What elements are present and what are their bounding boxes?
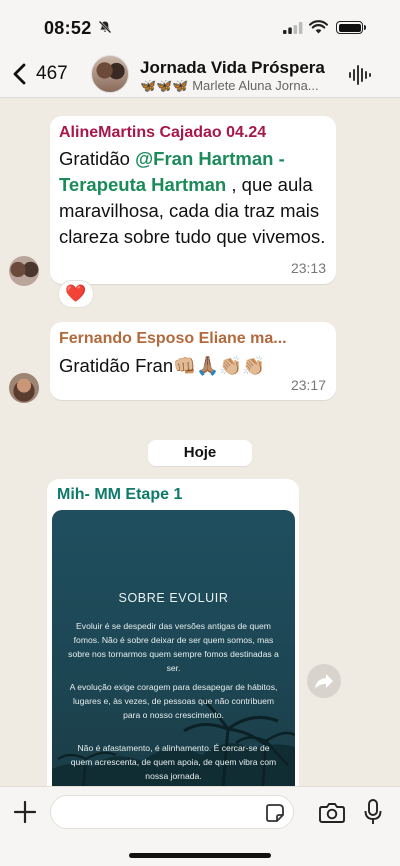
message-input[interactable]	[50, 795, 294, 829]
sender-avatar[interactable]	[9, 373, 39, 403]
back-chevron-icon[interactable]	[10, 62, 30, 86]
image-message-bubble[interactable]: Mih- MM Etape 1 SOBRE EVOLUIR Evoluir é …	[47, 479, 299, 799]
voice-chat-icon[interactable]	[348, 64, 372, 86]
image-paragraph: Não é afastamento, é alinhamento. É cerc…	[70, 743, 277, 781]
forward-button[interactable]	[307, 664, 341, 698]
message-time: 23:13	[290, 260, 326, 276]
subtitle-members: Marlete Aluna Jorna...	[192, 78, 319, 93]
image-paragraph: Evoluir é se despedir das versões antiga…	[68, 621, 279, 673]
cellular-signal-icon	[283, 22, 303, 34]
microphone-icon[interactable]	[364, 799, 382, 825]
camera-icon[interactable]	[319, 801, 345, 823]
message-text-part: Gratidão	[59, 148, 136, 169]
message-sender[interactable]: Mih- MM Etape 1	[57, 486, 182, 504]
message-bubble[interactable]: Fernando Esposo Eliane ma... Gratidão Fr…	[50, 322, 336, 400]
status-time: 08:52	[44, 18, 92, 38]
message-sender[interactable]: AlineMartins Cajadao 04.24	[59, 124, 266, 142]
image-paragraph: A evolução exige coragem para desapegar …	[69, 682, 278, 720]
chat-header: 467 Jornada Vida Próspera 🦋🦋🦋 Marlete Al…	[0, 50, 400, 98]
chat-title[interactable]: Jornada Vida Próspera	[140, 58, 325, 78]
group-avatar[interactable]	[91, 55, 129, 93]
reaction-badge[interactable]: ❤️	[58, 280, 94, 308]
message-image[interactable]: SOBRE EVOLUIR Evoluir é se despedir das …	[52, 510, 295, 799]
sticker-icon[interactable]	[265, 803, 285, 823]
chat-subtitle[interactable]: 🦋🦋🦋 Marlete Aluna Jorna...	[140, 78, 340, 94]
status-bar: 08:52	[0, 0, 400, 50]
message-input-bar	[0, 786, 400, 866]
image-title: SOBRE EVOLUIR	[118, 591, 229, 605]
message-text: Gratidão Fran👊🏼🙏🏽👏🏼👏🏼	[59, 355, 266, 376]
battery-icon	[336, 21, 366, 34]
sender-avatar[interactable]	[9, 256, 39, 286]
home-indicator	[129, 853, 271, 858]
forward-arrow-icon	[315, 674, 333, 689]
wifi-icon	[309, 20, 328, 34]
subtitle-emoji: 🦋🦋🦋	[140, 78, 189, 93]
message-bubble[interactable]: AlineMartins Cajadao 04.24 Gratidão @Fra…	[50, 116, 336, 284]
message-sender[interactable]: Fernando Esposo Eliane ma...	[59, 330, 287, 348]
date-divider: Hoje	[148, 440, 252, 466]
unread-count[interactable]: 467	[36, 63, 68, 85]
message-text: Gratidão @Fran Hartman - Terapeuta Hartm…	[59, 146, 331, 250]
plus-icon[interactable]	[12, 799, 38, 825]
message-time: 23:17	[290, 377, 326, 393]
bell-slash-icon	[98, 20, 112, 34]
